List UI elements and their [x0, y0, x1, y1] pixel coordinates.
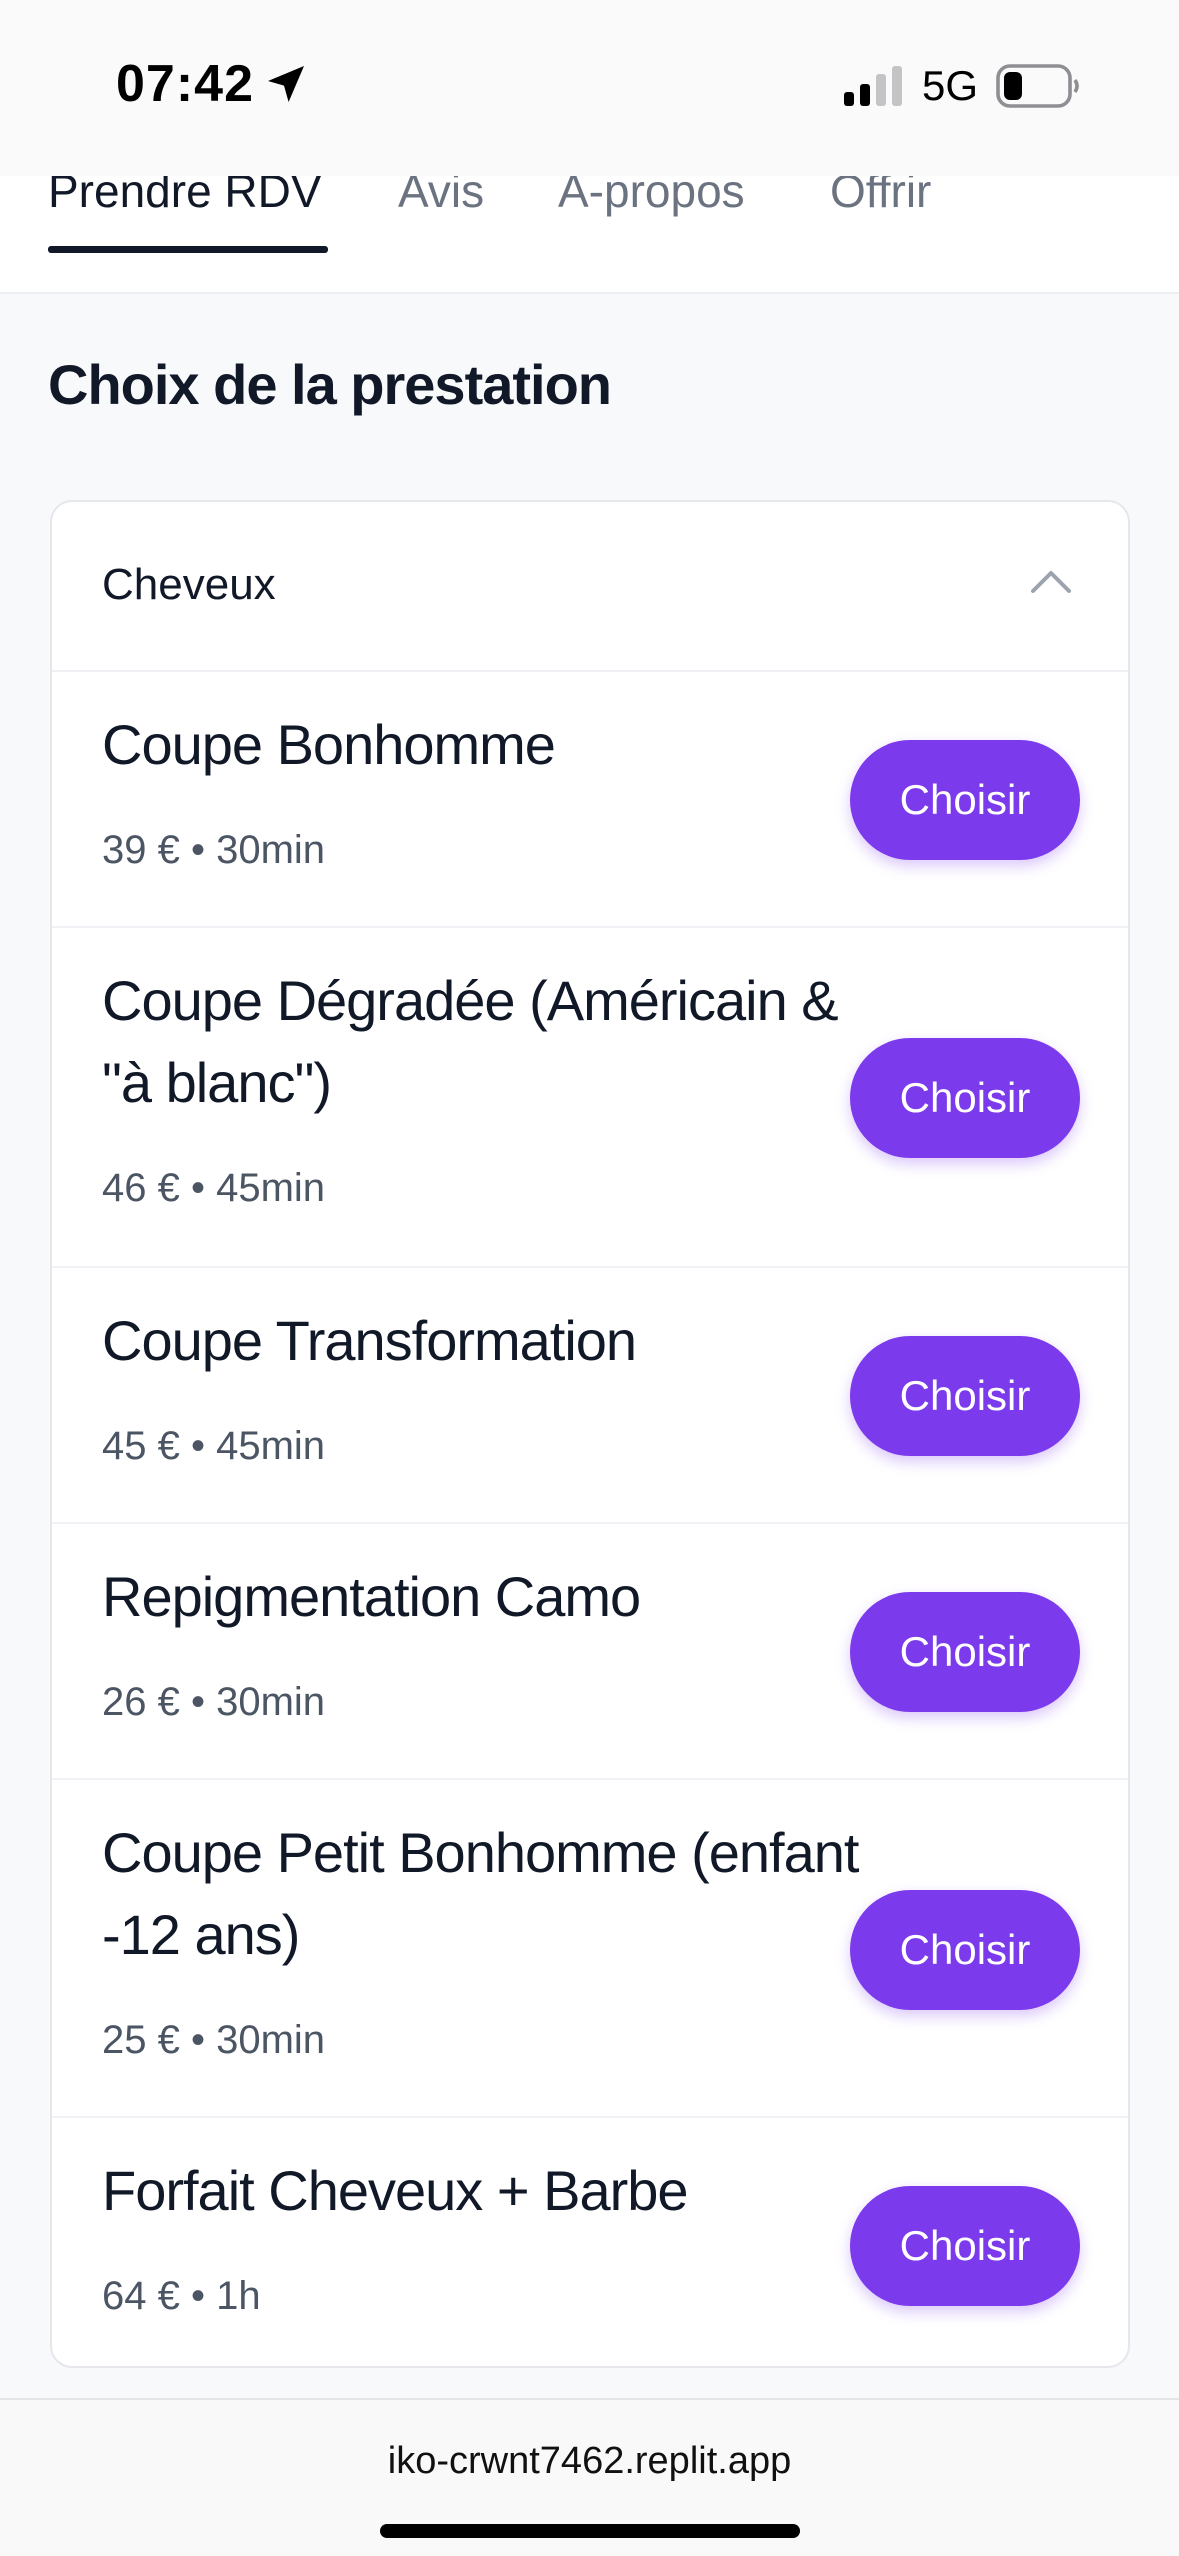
page-title: Choix de la prestation: [48, 353, 612, 416]
service-price-duration: 25 € • 30min: [102, 2018, 326, 2062]
service-name: Repigmentation Camo: [102, 1565, 641, 1628]
service-row: Coupe Bonhomme 39 € • 30min Choisir: [52, 672, 1128, 928]
choose-button[interactable]: Choisir: [850, 740, 1080, 860]
service-row: Repigmentation Camo 26 € • 30min Choisir: [52, 1524, 1128, 1780]
service-price-duration: 26 € • 30min: [102, 1680, 326, 1724]
service-name: Coupe Petit Bonhomme (enfant -12 ans): [102, 1821, 859, 1966]
choose-button[interactable]: Choisir: [850, 1038, 1080, 1158]
service-row: Forfait Cheveux + Barbe 64 € • 1h Choisi…: [52, 2118, 1128, 2366]
status-bar: 07:42 5G: [0, 0, 1179, 176]
network-label: 5G: [922, 62, 979, 109]
url-label[interactable]: iko-crwnt7462.replit.app: [0, 2440, 1179, 2483]
choose-button[interactable]: Choisir: [850, 1336, 1080, 1456]
choose-button[interactable]: Choisir: [850, 1890, 1080, 2010]
browser-address-bar: iko-crwnt7462.replit.app: [0, 2398, 1179, 2556]
service-row: Coupe Transformation 45 € • 45min Choisi…: [52, 1268, 1128, 1524]
choose-button[interactable]: Choisir: [850, 2186, 1080, 2306]
category-header[interactable]: Cheveux: [52, 502, 1128, 672]
service-name: Coupe Bonhomme: [102, 713, 556, 776]
service-price-duration: 64 € • 1h: [102, 2274, 261, 2318]
tab-bar: Prendre RDV Avis A-propos Offrir: [0, 165, 1179, 294]
status-time: 07:42: [116, 55, 254, 113]
location-arrow-icon: [268, 66, 304, 102]
signal-icon: [844, 66, 902, 106]
choose-button[interactable]: Choisir: [850, 1592, 1080, 1712]
service-name: Coupe Transformation: [102, 1309, 637, 1372]
service-price-duration: 39 € • 30min: [102, 828, 326, 872]
service-price-duration: 45 € • 45min: [102, 1424, 326, 1468]
battery-icon: [996, 64, 1079, 108]
service-name: Forfait Cheveux + Barbe: [102, 2159, 689, 2222]
home-indicator[interactable]: [380, 2524, 800, 2538]
service-category-card: Cheveux Coupe Bonhomme 39 € • 30min Choi…: [50, 500, 1130, 2368]
active-tab-indicator: [48, 246, 328, 253]
category-label: Cheveux: [102, 560, 276, 609]
chevron-up-icon[interactable]: [1030, 568, 1072, 594]
service-row: Coupe Dégradée (Américain & "à blanc") 4…: [52, 928, 1128, 1268]
service-row: Coupe Petit Bonhomme (enfant -12 ans) 25…: [52, 1780, 1128, 2118]
service-name: Coupe Dégradée (Américain & "à blanc"): [102, 969, 839, 1114]
service-price-duration: 46 € • 45min: [102, 1166, 326, 1210]
